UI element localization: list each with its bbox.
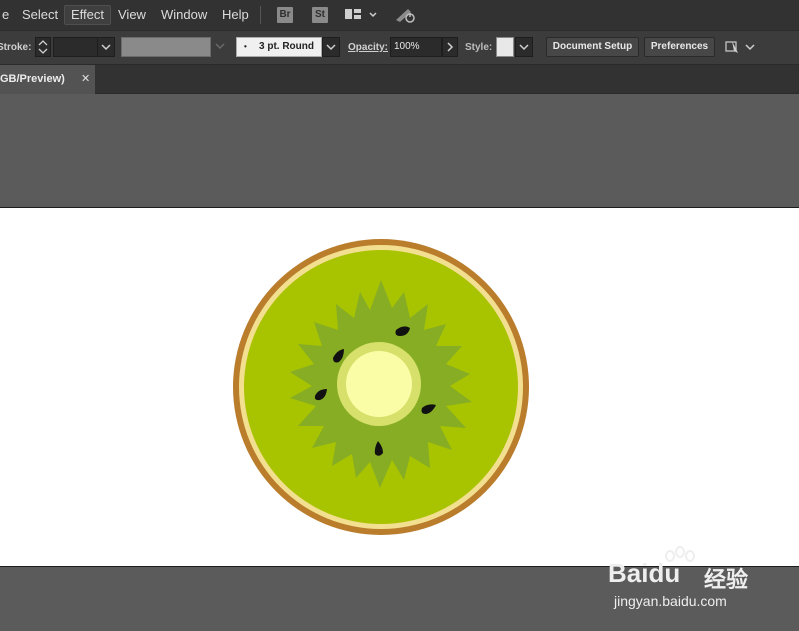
document-tab-label: GB/Preview) [0,73,65,85]
menu-help[interactable]: Help [216,5,255,25]
watermark-url: jingyan.baidu.com [614,593,727,609]
menu-file[interactable]: e [0,5,15,25]
document-setup-button[interactable]: Document Setup [546,37,639,57]
baidu-watermark: Baidu 经验 jingyan.baidu.com [608,546,788,618]
watermark-jingyan: 经验 [704,567,749,592]
pasteboard [0,94,799,207]
chevron-down-icon [215,43,225,50]
document-tab-bar: GB/Preview) ✕ [0,65,799,94]
menu-bar: e Select Effect View Window Help Br St [0,0,799,30]
opacity-label[interactable]: Opacity: [348,42,388,53]
opacity-expand[interactable] [442,37,458,57]
brush-dot-icon: • [244,42,247,51]
control-bar: Stroke: • 3 pt. Round Opacity: 100% Styl… [0,30,799,65]
brush-dropdown[interactable] [322,37,340,57]
stroke-weight-dropdown[interactable] [97,37,115,57]
style-label: Style: [465,42,493,53]
chevron-down-icon [101,44,111,51]
stroke-weight-stepper[interactable] [35,37,51,57]
menu-window[interactable]: Window [155,5,213,25]
menu-select[interactable]: Select [16,5,64,25]
variable-width-dropdown[interactable] [211,37,231,57]
chevron-down-icon [326,44,336,51]
stroke-label: Stroke: [0,42,32,53]
chevron-right-icon [447,42,454,52]
menu-separator [260,6,261,24]
brush-value: 3 pt. Round [259,41,314,52]
stepper-arrows-icon [38,40,48,54]
graphic-style-swatch[interactable] [496,37,514,57]
variable-width-profile[interactable] [121,37,211,57]
stroke-weight-input[interactable] [53,37,98,57]
artboard[interactable] [0,207,799,567]
chevron-down-icon [519,44,529,51]
workspace-layout-icon[interactable] [344,8,380,22]
graphic-style-dropdown[interactable] [515,37,533,57]
kiwi-core[interactable] [346,351,412,417]
document-tab[interactable]: GB/Preview) ✕ [0,65,95,94]
bridge-icon[interactable]: Br [277,7,293,23]
opacity-input[interactable]: 100% [390,37,442,57]
gpu-performance-icon[interactable] [394,6,418,24]
kiwi-illustration[interactable] [0,208,799,566]
brush-definition[interactable]: • 3 pt. Round [236,37,322,57]
menu-effect[interactable]: Effect [64,5,112,25]
watermark-brand: Baidu [608,558,681,588]
menu-view[interactable]: View [112,5,152,25]
stock-icon[interactable]: St [312,7,328,23]
preferences-button[interactable]: Preferences [644,37,715,57]
close-icon[interactable]: ✕ [81,65,90,94]
arrange-documents-icon[interactable] [724,39,758,55]
